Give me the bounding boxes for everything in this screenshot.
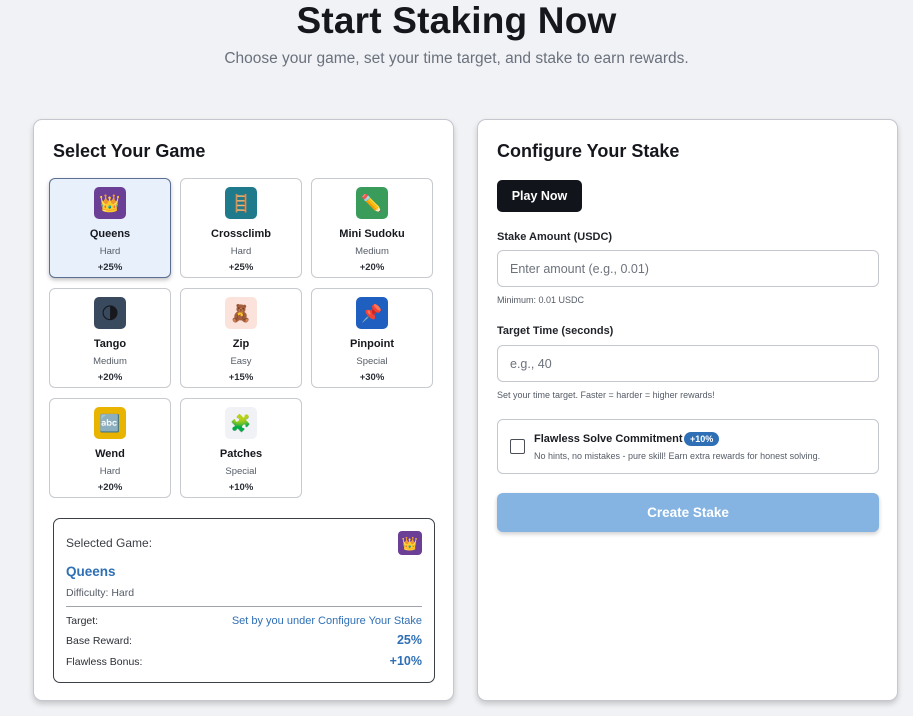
base-reward-value: 25% xyxy=(396,633,422,647)
base-reward-row: Base Reward: 25% xyxy=(66,633,422,647)
game-bonus: +10% xyxy=(228,482,254,493)
game-difficulty: Hard xyxy=(99,466,121,477)
game-difficulty: Easy xyxy=(230,356,252,367)
page-subtitle: Choose your game, set your time target, … xyxy=(224,50,689,67)
pin-star-icon: 📌 xyxy=(356,297,388,329)
flawless-badge: +10% xyxy=(684,432,720,446)
target-value: Set by you under Configure Your Stake xyxy=(231,615,422,627)
game-tile-2[interactable]: ✏️ Mini Sudoku Medium +20% xyxy=(311,178,433,278)
flawless-checkbox[interactable] xyxy=(510,439,525,454)
game-bonus: +20% xyxy=(359,262,385,273)
target-time-input[interactable] xyxy=(497,345,879,382)
game-bonus: +25% xyxy=(228,262,254,273)
stake-amount-label: Stake Amount (USDC) xyxy=(497,231,613,243)
selected-game-label: Selected Game: xyxy=(66,536,153,550)
selected-game-name: Queens xyxy=(66,564,116,579)
game-name: Mini Sudoku xyxy=(339,228,405,240)
patches-character-icon: 🧩 xyxy=(225,407,257,439)
target-time-help: Set your time target. Faster = harder = … xyxy=(497,390,715,400)
flawless-title: Flawless Solve Commitment xyxy=(534,433,683,445)
game-difficulty: Hard xyxy=(230,246,252,257)
game-difficulty: Hard xyxy=(99,246,121,257)
game-difficulty: Medium xyxy=(93,356,127,367)
select-game-title: Select Your Game xyxy=(53,141,206,161)
game-bonus: +15% xyxy=(228,372,254,383)
ladder-icon: 🪜 xyxy=(225,187,257,219)
game-difficulty: Special xyxy=(356,356,388,367)
configure-stake-title: Configure Your Stake xyxy=(497,141,680,161)
flawless-bonus-label: Flawless Bonus: xyxy=(66,656,143,668)
select-game-card: Select Your Game 👑 Queens Hard +25% 🪜 Cr… xyxy=(33,119,454,701)
crown-icon: 👑 xyxy=(398,531,422,555)
game-tile-7[interactable]: 🧩 Patches Special +10% xyxy=(180,398,302,498)
base-reward-label: Base Reward: xyxy=(66,635,132,647)
game-tile-4[interactable]: 🧸 Zip Easy +15% xyxy=(180,288,302,388)
game-bonus: +30% xyxy=(359,372,385,383)
page-title: Start Staking Now xyxy=(296,0,617,41)
crown-icon: 👑 xyxy=(94,187,126,219)
target-time-label: Target Time (seconds) xyxy=(497,325,614,337)
flawless-description: No hints, no mistakes - pure skill! Earn… xyxy=(534,451,821,461)
game-name: Wend xyxy=(95,448,125,460)
game-name: Pinpoint xyxy=(350,338,394,350)
flawless-bonus-row: Flawless Bonus: +10% xyxy=(66,654,422,668)
game-name: Patches xyxy=(219,448,263,460)
game-difficulty: Special xyxy=(225,466,257,477)
game-name: Queens xyxy=(89,228,131,240)
game-name: Crossclimb xyxy=(211,228,271,240)
game-tile-3[interactable]: 🌗 Tango Medium +20% xyxy=(49,288,171,388)
stake-amount-help: Minimum: 0.01 USDC xyxy=(497,295,585,305)
game-name: Zip xyxy=(232,338,250,350)
target-label: Target: xyxy=(66,615,99,627)
game-grid: 👑 Queens Hard +25% 🪜 Crossclimb Hard +25… xyxy=(49,178,433,498)
game-name: Tango xyxy=(93,338,127,350)
letter-grid-icon: 🔤 xyxy=(94,407,126,439)
game-tile-1[interactable]: 🪜 Crossclimb Hard +25% xyxy=(180,178,302,278)
create-stake-button[interactable]: Create Stake xyxy=(497,493,879,532)
game-bonus: +25% xyxy=(97,262,123,273)
flawless-commitment-box: Flawless Solve Commitment +10% No hints,… xyxy=(497,419,879,474)
flawless-bonus-value: +10% xyxy=(389,654,422,668)
game-tile-5[interactable]: 📌 Pinpoint Special +30% xyxy=(311,288,433,388)
selected-game-difficulty: Difficulty: Hard xyxy=(66,587,135,599)
stake-amount-input[interactable] xyxy=(497,250,879,287)
pencil-icon: ✏️ xyxy=(356,187,388,219)
sun-moon-icon: 🌗 xyxy=(94,297,126,329)
summary-divider xyxy=(66,606,422,607)
play-now-button[interactable]: Play Now xyxy=(497,180,582,212)
game-bonus: +20% xyxy=(97,482,123,493)
game-difficulty: Medium xyxy=(355,246,389,257)
configure-stake-card: Configure Your Stake Play Now Stake Amou… xyxy=(477,119,898,701)
game-bonus: +20% xyxy=(97,372,123,383)
game-tile-0[interactable]: 👑 Queens Hard +25% xyxy=(49,178,171,278)
target-row: Target: Set by you under Configure Your … xyxy=(66,615,422,627)
selected-game-summary: Selected Game: 👑 Queens Difficulty: Hard… xyxy=(53,518,435,683)
game-tile-6[interactable]: 🔤 Wend Hard +20% xyxy=(49,398,171,498)
zip-character-icon: 🧸 xyxy=(225,297,257,329)
